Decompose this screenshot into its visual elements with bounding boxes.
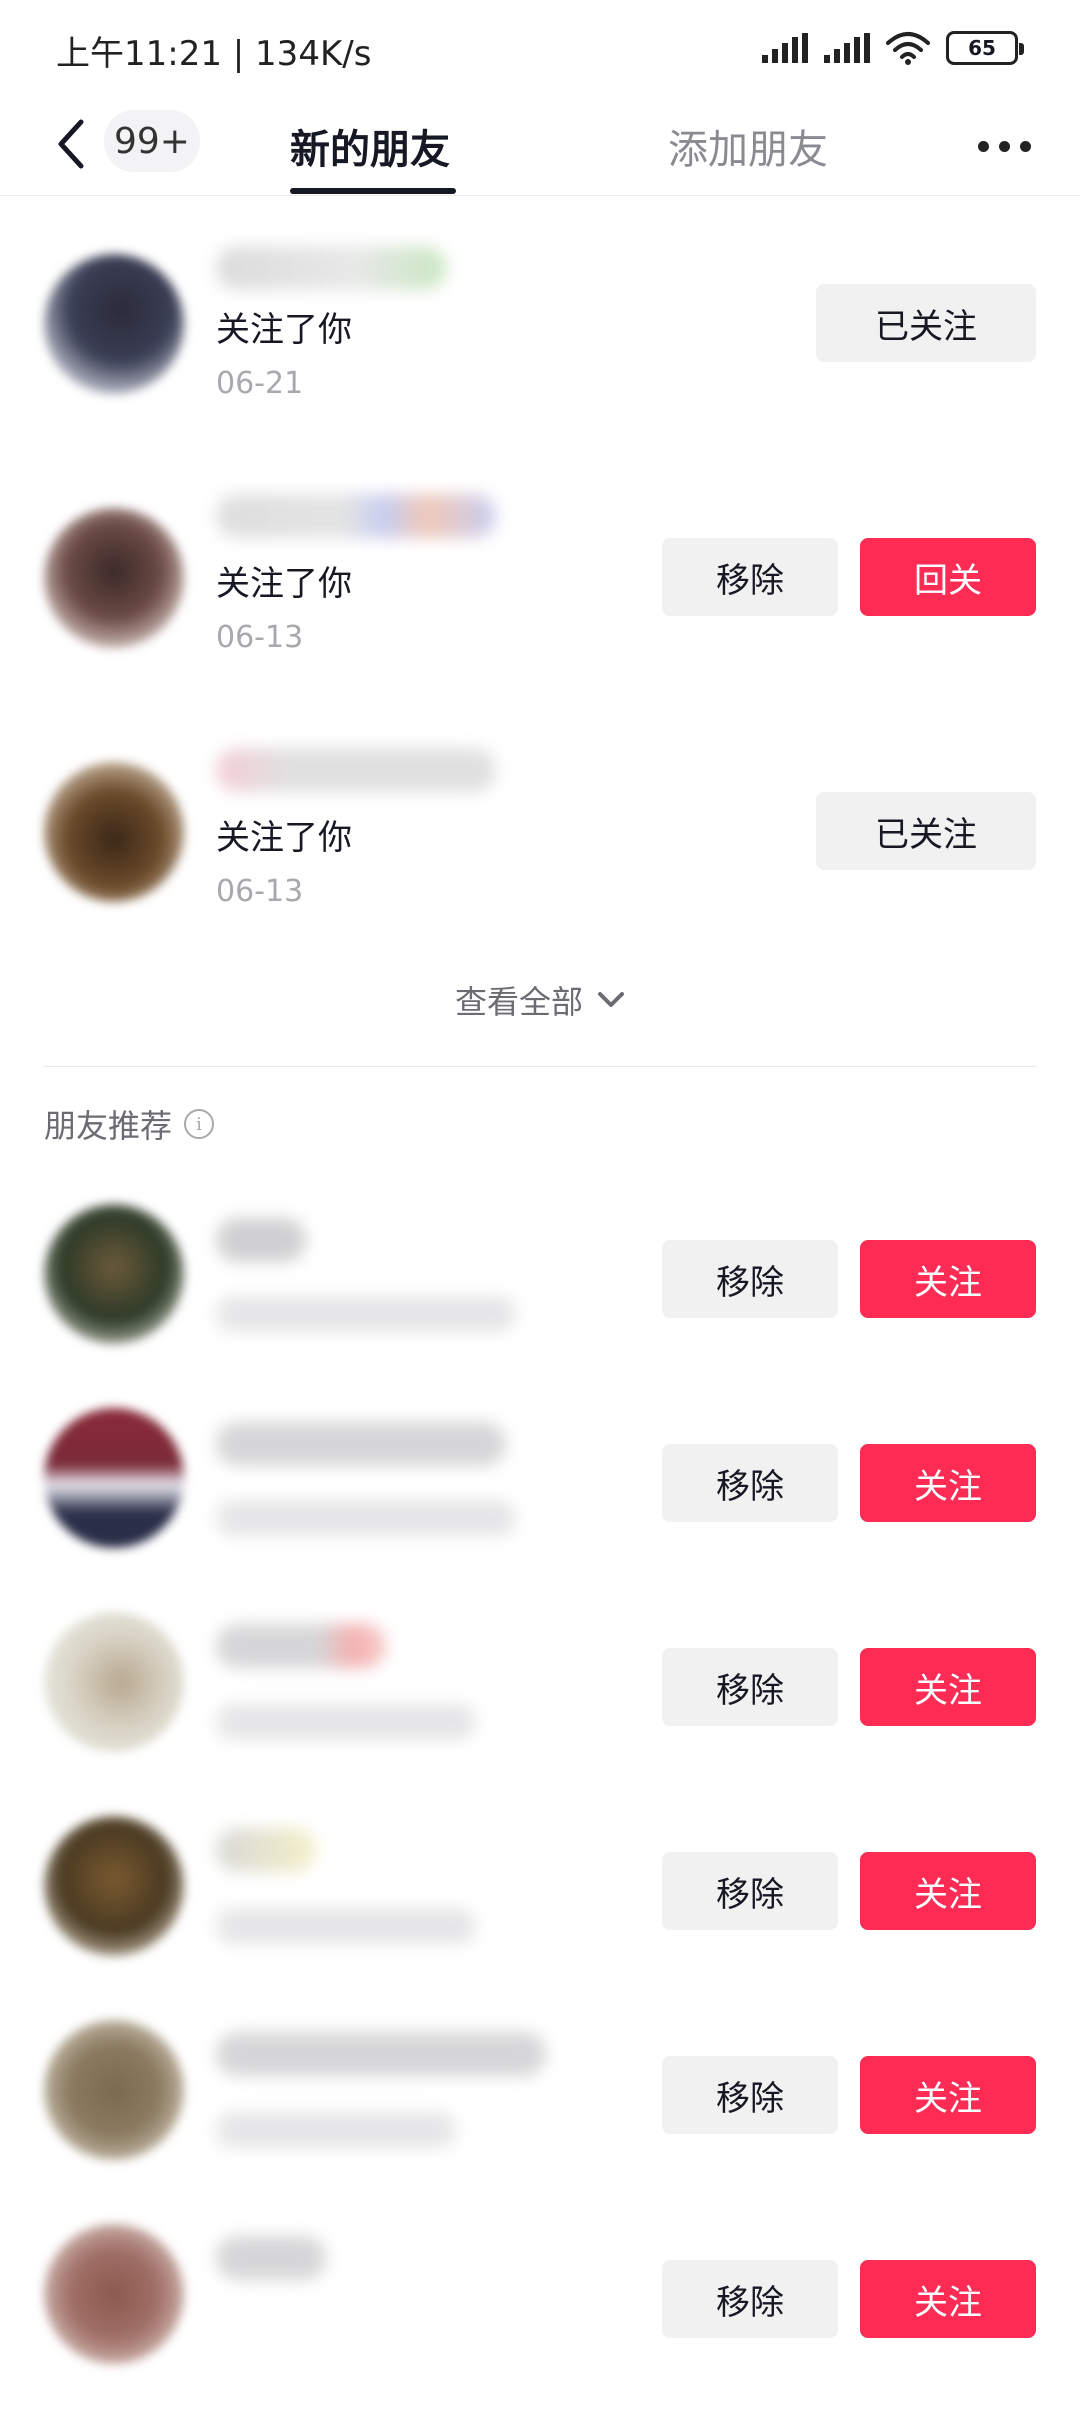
list-item[interactable]: 移除 关注 — [0, 2200, 1080, 2420]
list-item[interactable]: 移除 关注 — [0, 1180, 1080, 1400]
chevron-left-icon — [58, 119, 84, 169]
username-blurred — [216, 1422, 506, 1466]
avatar[interactable] — [44, 1204, 184, 1344]
follow-button[interactable]: 关注 — [860, 1852, 1036, 1930]
follow-date: 06-13 — [216, 874, 304, 909]
wifi-icon — [886, 32, 930, 65]
follow-date: 06-21 — [216, 366, 304, 401]
status-bar: 上午11:21 | 134K/s 65 — [0, 0, 1080, 96]
list-item[interactable]: 关注了你 06-21 已关注 — [0, 220, 1080, 440]
section-title-label: 朋友推荐 — [44, 1107, 173, 1145]
remove-button[interactable]: 移除 — [662, 1648, 838, 1726]
more-dot — [998, 140, 1010, 152]
follow-button[interactable]: 关注 — [860, 1648, 1036, 1726]
avatar[interactable] — [44, 2020, 184, 2160]
follow-button[interactable]: 关注 — [860, 1240, 1036, 1318]
username-blurred — [216, 748, 496, 792]
subtitle-blurred — [216, 2112, 456, 2148]
username-blurred — [216, 1828, 316, 1872]
avatar[interactable] — [44, 2224, 184, 2364]
list-item[interactable]: 移除 关注 — [0, 1384, 1080, 1604]
subtitle-blurred — [216, 1704, 476, 1740]
section-title-recommend: 朋友推荐 i — [44, 1098, 215, 1150]
follow-date: 06-13 — [216, 620, 304, 655]
list-item[interactable]: 关注了你 06-13 已关注 — [0, 728, 1080, 948]
remove-button[interactable]: 移除 — [662, 538, 838, 616]
view-all-button[interactable]: 查看全部 — [0, 970, 1080, 1030]
status-icons: 65 — [762, 28, 1024, 68]
username-blurred — [216, 2032, 546, 2076]
remove-button[interactable]: 移除 — [662, 2260, 838, 2338]
list-item[interactable]: 移除 关注 — [0, 1792, 1080, 2012]
avatar[interactable] — [44, 254, 184, 394]
avatar[interactable] — [44, 508, 184, 648]
more-dot — [1019, 140, 1031, 152]
subtitle-blurred — [216, 1296, 516, 1332]
back-button[interactable] — [40, 104, 100, 184]
battery-icon: 65 — [946, 31, 1024, 65]
section-divider — [44, 1066, 1036, 1067]
remove-button[interactable]: 移除 — [662, 2056, 838, 2134]
username-blurred — [216, 494, 496, 538]
avatar[interactable] — [44, 1408, 184, 1548]
list-item[interactable]: 移除 关注 — [0, 1996, 1080, 2216]
signal-icon — [762, 33, 808, 63]
unread-badge[interactable]: 99+ — [104, 110, 200, 172]
avatar[interactable] — [44, 1612, 184, 1752]
follow-back-button[interactable]: 回关 — [860, 538, 1036, 616]
battery-level: 65 — [968, 36, 996, 60]
username-blurred — [216, 2236, 326, 2280]
active-tab-indicator — [290, 188, 456, 194]
follow-action-text: 关注了你 — [216, 310, 352, 350]
follow-button[interactable]: 关注 — [860, 2260, 1036, 2338]
list-item[interactable]: 关注了你 06-13 移除 回关 — [0, 474, 1080, 694]
follow-button[interactable]: 关注 — [860, 2056, 1036, 2134]
remove-button[interactable]: 移除 — [662, 1852, 838, 1930]
avatar[interactable] — [44, 1816, 184, 1956]
more-button[interactable] — [964, 116, 1044, 176]
chevron-down-icon — [598, 992, 624, 1007]
tab-add-friends[interactable]: 添加朋友 — [668, 106, 828, 186]
following-button[interactable]: 已关注 — [816, 792, 1036, 870]
follow-button[interactable]: 关注 — [860, 1444, 1036, 1522]
signal-icon — [824, 33, 870, 63]
view-all-label: 查看全部 — [454, 983, 583, 1021]
remove-button[interactable]: 移除 — [662, 1240, 838, 1318]
subtitle-blurred — [216, 1908, 476, 1944]
list-item[interactable]: 移除 关注 — [0, 1588, 1080, 1808]
username-blurred — [216, 246, 446, 290]
subtitle-blurred — [216, 1500, 516, 1536]
status-time: 上午11:21 | 134K/s — [56, 34, 372, 74]
more-dot — [977, 140, 989, 152]
following-button[interactable]: 已关注 — [816, 284, 1036, 362]
username-blurred — [216, 1218, 306, 1262]
follow-action-text: 关注了你 — [216, 564, 352, 604]
remove-button[interactable]: 移除 — [662, 1444, 838, 1522]
top-nav: 99+ 新的朋友 添加朋友 — [0, 96, 1080, 196]
avatar[interactable] — [44, 762, 184, 902]
username-blurred — [216, 1624, 386, 1668]
info-icon[interactable]: i — [184, 1109, 215, 1139]
follow-action-text: 关注了你 — [216, 818, 352, 858]
tab-new-friends[interactable]: 新的朋友 — [290, 106, 450, 186]
